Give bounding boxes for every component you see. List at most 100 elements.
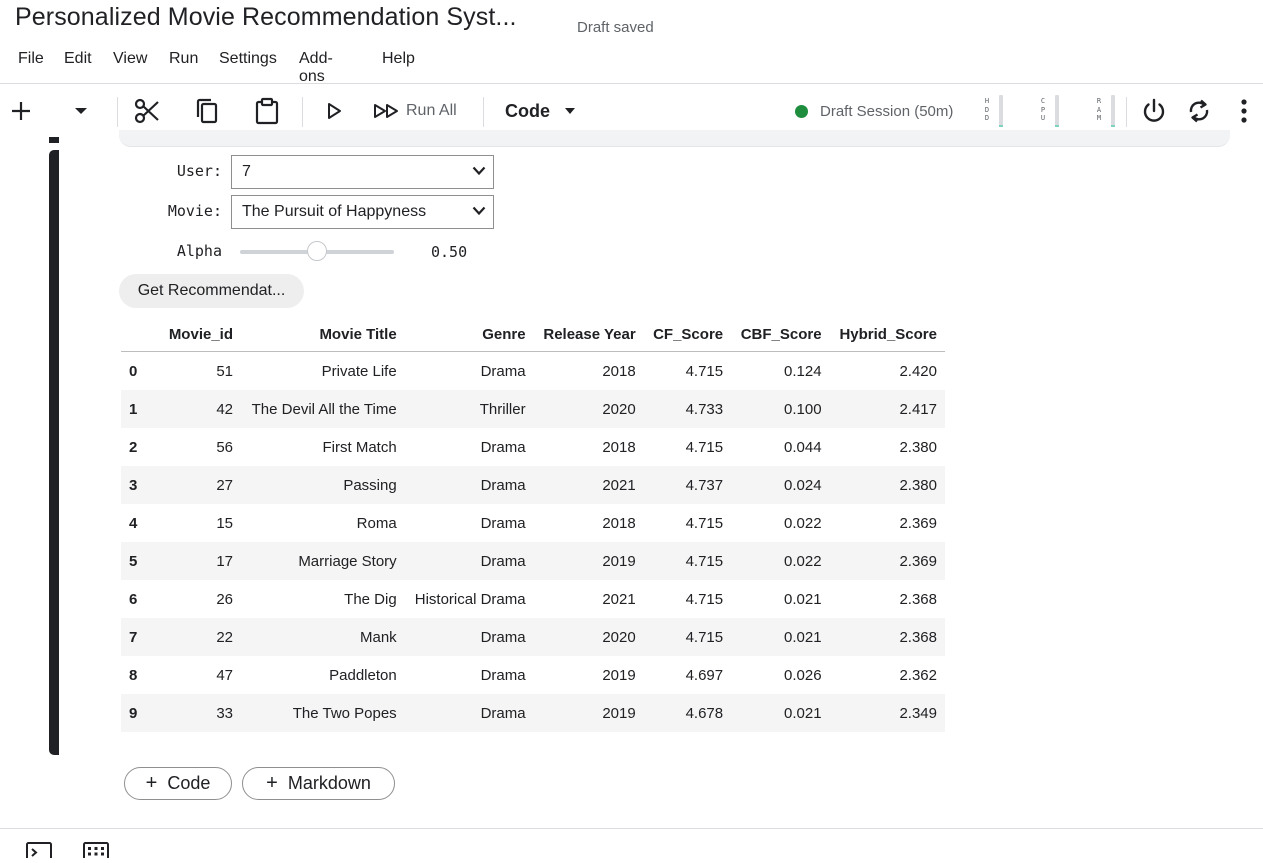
- menu-settings[interactable]: Settings: [219, 50, 277, 68]
- table-cell: 0.022: [784, 514, 822, 532]
- add-code-cell-button[interactable]: + Code: [124, 767, 232, 800]
- table-row: 8 47 Paddleton Drama 2019 4.697 0.026 2.362: [121, 656, 945, 694]
- table-cell: 4.697: [685, 666, 724, 684]
- table-cell: The Devil All the Time: [251, 400, 397, 418]
- table-cell: 2.369: [899, 552, 937, 570]
- draft-status: Draft saved: [577, 19, 654, 36]
- run-all-label: Run All: [406, 102, 457, 119]
- ram-meter-bar: [1111, 95, 1115, 127]
- table-cell: First Match: [322, 438, 397, 456]
- table-cell: Historical Drama: [414, 590, 526, 608]
- table-cell: 0.021: [784, 590, 822, 608]
- movie-select[interactable]: The Pursuit of Happyness: [231, 195, 494, 229]
- cell-selection-bar[interactable]: [49, 150, 59, 755]
- table-row: 1 42 The Devil All the Time Thriller 2020 4.7…: [121, 390, 945, 428]
- table-cell: 56: [216, 438, 233, 456]
- more-icon: [1241, 99, 1247, 123]
- table-cell: Private Life: [321, 362, 397, 380]
- column-header: Release Year: [533, 318, 644, 352]
- previous-cell-bar: [49, 137, 59, 143]
- column-header: Movie Title: [241, 318, 405, 352]
- alpha-value: 0.50: [431, 243, 468, 261]
- hdd-meter-fill: [999, 125, 1003, 127]
- table-cell: 22: [216, 628, 233, 646]
- table-cell: 2.380: [899, 438, 937, 456]
- add-icon: [12, 102, 30, 120]
- table-cell: 2019: [602, 552, 636, 570]
- cell-type-label: Code: [505, 100, 550, 121]
- cpu-meter-fill: [1055, 125, 1059, 127]
- table-cell: Drama: [480, 476, 526, 494]
- add-cell-dropdown[interactable]: [68, 85, 94, 137]
- add-cell-button[interactable]: [6, 85, 36, 137]
- table-cell: Roma: [356, 514, 397, 532]
- table-row: 6 26 The Dig Historical Drama 2021 4.715 0.021…: [121, 580, 945, 618]
- menu-view[interactable]: View: [113, 50, 147, 68]
- table-cell: Drama: [480, 438, 526, 456]
- menu-help[interactable]: Help: [382, 50, 415, 68]
- table-cell: Drama: [480, 362, 526, 380]
- table-cell: 0.026: [784, 666, 822, 684]
- get-recommendations-button[interactable]: Get Recommendat...: [119, 274, 304, 308]
- table-cell: Drama: [480, 628, 526, 646]
- menu-file[interactable]: File: [18, 50, 44, 68]
- more-options-button[interactable]: [1232, 85, 1256, 137]
- column-header: Genre: [404, 318, 534, 352]
- table-cell: 4.715: [685, 362, 724, 380]
- row-index-cell: 3: [129, 476, 138, 494]
- footer-divider: [0, 828, 1263, 829]
- table-cell: 26: [216, 590, 233, 608]
- notebook-title[interactable]: Personalized Movie Recommendation Syst..…: [15, 3, 517, 32]
- run-icon: [328, 103, 341, 119]
- cut-icon: [134, 98, 159, 124]
- table-cell: 2020: [602, 628, 636, 646]
- table-row: 9 33 The Two Popes Drama 2019 4.678 0.021 2.349: [121, 694, 945, 732]
- row-index-cell: 9: [129, 704, 138, 722]
- table-cell: 2.368: [899, 590, 937, 608]
- table-cell: 2021: [602, 590, 636, 608]
- table-cell: Paddleton: [329, 666, 397, 684]
- table-cell: 0.044: [784, 438, 822, 456]
- table-cell: Passing: [343, 476, 397, 494]
- user-select-value: 7: [242, 163, 251, 180]
- table-cell: 4.715: [685, 514, 724, 532]
- add-markdown-cell-button[interactable]: + Markdown: [242, 767, 395, 800]
- shortcuts-button[interactable]: [83, 842, 109, 863]
- table-cell: Mank: [360, 628, 397, 646]
- hdd-meter[interactable]: H D D: [983, 95, 1013, 127]
- alpha-label: Alpha: [176, 242, 222, 260]
- user-label: User:: [176, 162, 222, 180]
- menu-add-ons[interactable]: Add-ons: [299, 50, 333, 86]
- user-select[interactable]: 7: [231, 155, 494, 189]
- table-cell: Drama: [480, 514, 526, 532]
- cpu-meter-bar: [1055, 95, 1059, 127]
- plus-icon: +: [266, 772, 278, 794]
- add-code-label: Code: [167, 773, 211, 793]
- table-row: 2 56 First Match Drama 2018 4.715 0.044 2.380: [121, 428, 945, 466]
- row-index-cell: 8: [129, 666, 138, 684]
- ram-meter[interactable]: R A M: [1095, 95, 1125, 127]
- chevron-down-icon: [75, 108, 87, 114]
- alpha-slider-handle[interactable]: [307, 241, 327, 261]
- table-cell: 4.715: [685, 438, 724, 456]
- table-cell: 0.124: [784, 362, 822, 380]
- table-row: 0 51 Private Life Drama 2018 4.715 0.124 2.420: [121, 352, 945, 391]
- menu-edit[interactable]: Edit: [64, 50, 92, 68]
- toolbar-separator: [483, 97, 484, 127]
- menu-run[interactable]: Run: [169, 50, 198, 68]
- toolbar-separator: [117, 97, 118, 127]
- cpu-meter[interactable]: C P U: [1039, 95, 1069, 127]
- table-cell: 0.024: [784, 476, 822, 494]
- table-cell: 2.362: [899, 666, 937, 684]
- session-status-dot: [795, 104, 808, 118]
- hdd-meter-label: H D D: [984, 97, 990, 122]
- cell-input-area[interactable]: [119, 130, 1230, 147]
- hdd-meter-bar: [999, 95, 1003, 127]
- terminal-icon: [26, 842, 52, 858]
- console-button[interactable]: [26, 842, 52, 863]
- row-index-cell: 1: [129, 400, 138, 418]
- table-cell: 2.349: [899, 704, 937, 722]
- ram-meter-label: R A M: [1096, 97, 1102, 122]
- chevron-down-icon: [472, 206, 486, 216]
- table-cell: Marriage Story: [298, 552, 397, 570]
